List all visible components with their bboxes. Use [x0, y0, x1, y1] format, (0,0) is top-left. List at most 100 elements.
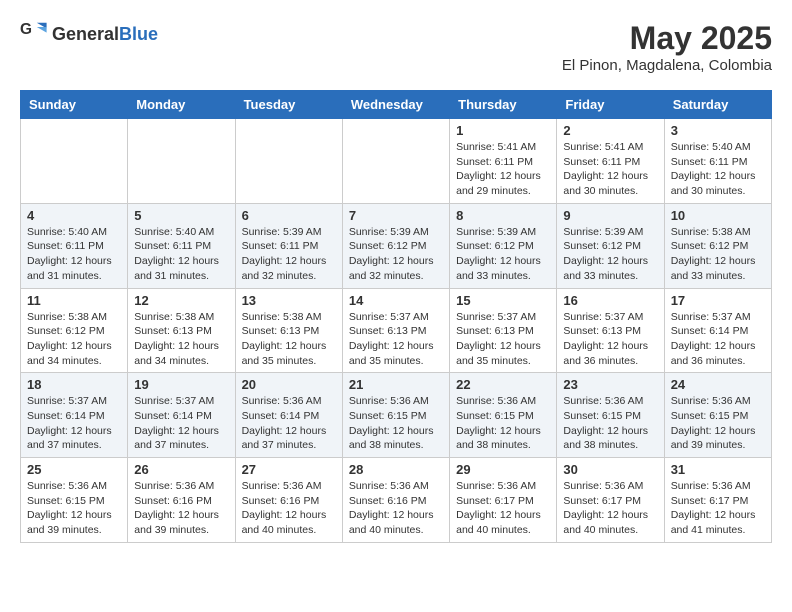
day-cell: 8Sunrise: 5:39 AM Sunset: 6:12 PM Daylig… [450, 203, 557, 288]
day-cell [21, 119, 128, 204]
day-number: 30 [563, 462, 657, 477]
day-number: 16 [563, 293, 657, 308]
day-cell: 26 Sunrise: 5:36 AM Sunset: 6:16 PM Dayli… [128, 458, 235, 543]
logo-icon: G [20, 20, 48, 48]
week-row-2: 4 Sunrise: 5:40 AM Sunset: 6:11 PM Daylig… [21, 203, 772, 288]
logo: G GeneralBlue [20, 20, 158, 48]
weekday-header-sunday: Sunday [21, 91, 128, 119]
day-info: Sunrise: 5:36 AM Sunset: 6:15 PM Dayligh… [349, 394, 443, 453]
day-info: Sunrise: 5:41 AM Sunset: 6:11 PM Dayligh… [563, 140, 657, 199]
day-cell: 29 Sunrise: 5:36 AM Sunset: 6:17 PM Dayli… [450, 458, 557, 543]
day-info: Sunrise: 5:38 AM Sunset: 6:12 PM Dayligh… [671, 225, 765, 284]
weekday-header-saturday: Saturday [664, 91, 771, 119]
day-cell: 1Sunrise: 5:41 AM Sunset: 6:11 PM Daylig… [450, 119, 557, 204]
day-number: 9 [563, 208, 657, 223]
subtitle: El Pinon, Magdalena, Colombia [562, 57, 772, 74]
day-cell [235, 119, 342, 204]
week-row-1: 1Sunrise: 5:41 AM Sunset: 6:11 PM Daylig… [21, 119, 772, 204]
day-cell [128, 119, 235, 204]
day-number: 5 [134, 208, 228, 223]
day-number: 7 [349, 208, 443, 223]
day-cell: 31 Sunrise: 5:36 AM Sunset: 6:17 PM Dayli… [664, 458, 771, 543]
day-cell: 3 Sunrise: 5:40 AM Sunset: 6:11 PM Daylig… [664, 119, 771, 204]
day-info: Sunrise: 5:40 AM Sunset: 6:11 PM Dayligh… [671, 140, 765, 199]
day-cell: 10 Sunrise: 5:38 AM Sunset: 6:12 PM Dayli… [664, 203, 771, 288]
day-info: Sunrise: 5:37 AM Sunset: 6:13 PM Dayligh… [349, 310, 443, 369]
day-number: 14 [349, 293, 443, 308]
day-number: 26 [134, 462, 228, 477]
day-info: Sunrise: 5:37 AM Sunset: 6:14 PM Dayligh… [27, 394, 121, 453]
day-number: 8 [456, 208, 550, 223]
day-number: 31 [671, 462, 765, 477]
day-number: 10 [671, 208, 765, 223]
day-number: 27 [242, 462, 336, 477]
calendar: SundayMondayTuesdayWednesdayThursdayFrid… [20, 90, 772, 543]
day-info: Sunrise: 5:36 AM Sunset: 6:15 PM Dayligh… [563, 394, 657, 453]
day-cell: 16 Sunrise: 5:37 AM Sunset: 6:13 PM Dayli… [557, 288, 664, 373]
day-info: Sunrise: 5:37 AM Sunset: 6:13 PM Dayligh… [456, 310, 550, 369]
day-number: 6 [242, 208, 336, 223]
day-info: Sunrise: 5:37 AM Sunset: 6:14 PM Dayligh… [134, 394, 228, 453]
day-cell: 25 Sunrise: 5:36 AM Sunset: 6:15 PM Dayli… [21, 458, 128, 543]
day-info: Sunrise: 5:38 AM Sunset: 6:13 PM Dayligh… [242, 310, 336, 369]
day-cell: 5 Sunrise: 5:40 AM Sunset: 6:11 PM Daylig… [128, 203, 235, 288]
day-info: Sunrise: 5:40 AM Sunset: 6:11 PM Dayligh… [134, 225, 228, 284]
day-cell: 11Sunrise: 5:38 AM Sunset: 6:12 PM Dayli… [21, 288, 128, 373]
day-number: 4 [27, 208, 121, 223]
day-cell: 2 Sunrise: 5:41 AM Sunset: 6:11 PM Daylig… [557, 119, 664, 204]
day-info: Sunrise: 5:36 AM Sunset: 6:16 PM Dayligh… [349, 479, 443, 538]
day-number: 12 [134, 293, 228, 308]
day-cell: 30Sunrise: 5:36 AM Sunset: 6:17 PM Dayli… [557, 458, 664, 543]
day-number: 17 [671, 293, 765, 308]
logo-blue: Blue [119, 24, 158, 44]
day-cell: 15 Sunrise: 5:37 AM Sunset: 6:13 PM Dayli… [450, 288, 557, 373]
day-info: Sunrise: 5:36 AM Sunset: 6:15 PM Dayligh… [27, 479, 121, 538]
week-row-3: 11Sunrise: 5:38 AM Sunset: 6:12 PM Dayli… [21, 288, 772, 373]
day-info: Sunrise: 5:36 AM Sunset: 6:16 PM Dayligh… [242, 479, 336, 538]
day-info: Sunrise: 5:39 AM Sunset: 6:11 PM Dayligh… [242, 225, 336, 284]
day-cell: 19 Sunrise: 5:37 AM Sunset: 6:14 PM Dayli… [128, 373, 235, 458]
week-row-5: 25 Sunrise: 5:36 AM Sunset: 6:15 PM Dayli… [21, 458, 772, 543]
day-number: 13 [242, 293, 336, 308]
day-number: 20 [242, 377, 336, 392]
day-info: Sunrise: 5:39 AM Sunset: 6:12 PM Dayligh… [349, 225, 443, 284]
day-cell: 9 Sunrise: 5:39 AM Sunset: 6:12 PM Daylig… [557, 203, 664, 288]
day-info: Sunrise: 5:38 AM Sunset: 6:12 PM Dayligh… [27, 310, 121, 369]
day-number: 29 [456, 462, 550, 477]
day-number: 22 [456, 377, 550, 392]
day-info: Sunrise: 5:39 AM Sunset: 6:12 PM Dayligh… [563, 225, 657, 284]
day-info: Sunrise: 5:36 AM Sunset: 6:17 PM Dayligh… [456, 479, 550, 538]
day-info: Sunrise: 5:36 AM Sunset: 6:17 PM Dayligh… [671, 479, 765, 538]
week-row-4: 18Sunrise: 5:37 AM Sunset: 6:14 PM Dayli… [21, 373, 772, 458]
weekday-header-tuesday: Tuesday [235, 91, 342, 119]
day-cell: 22 Sunrise: 5:36 AM Sunset: 6:15 PM Dayli… [450, 373, 557, 458]
day-cell: 6 Sunrise: 5:39 AM Sunset: 6:11 PM Daylig… [235, 203, 342, 288]
weekday-header-wednesday: Wednesday [342, 91, 449, 119]
day-info: Sunrise: 5:36 AM Sunset: 6:15 PM Dayligh… [671, 394, 765, 453]
day-number: 15 [456, 293, 550, 308]
day-cell: 7 Sunrise: 5:39 AM Sunset: 6:12 PM Daylig… [342, 203, 449, 288]
weekday-header-monday: Monday [128, 91, 235, 119]
day-info: Sunrise: 5:38 AM Sunset: 6:13 PM Dayligh… [134, 310, 228, 369]
day-number: 2 [563, 123, 657, 138]
day-number: 24 [671, 377, 765, 392]
day-cell: 28Sunrise: 5:36 AM Sunset: 6:16 PM Dayli… [342, 458, 449, 543]
day-number: 19 [134, 377, 228, 392]
day-cell: 4 Sunrise: 5:40 AM Sunset: 6:11 PM Daylig… [21, 203, 128, 288]
day-number: 25 [27, 462, 121, 477]
day-info: Sunrise: 5:36 AM Sunset: 6:15 PM Dayligh… [456, 394, 550, 453]
day-cell: 27 Sunrise: 5:36 AM Sunset: 6:16 PM Dayli… [235, 458, 342, 543]
title-area: May 2025 El Pinon, Magdalena, Colombia [562, 20, 772, 74]
day-cell: 18Sunrise: 5:37 AM Sunset: 6:14 PM Dayli… [21, 373, 128, 458]
weekday-header-row: SundayMondayTuesdayWednesdayThursdayFrid… [21, 91, 772, 119]
svg-text:G: G [20, 21, 32, 38]
day-info: Sunrise: 5:40 AM Sunset: 6:11 PM Dayligh… [27, 225, 121, 284]
day-cell: 14 Sunrise: 5:37 AM Sunset: 6:13 PM Dayli… [342, 288, 449, 373]
day-info: Sunrise: 5:37 AM Sunset: 6:13 PM Dayligh… [563, 310, 657, 369]
main-title: May 2025 [562, 20, 772, 57]
day-cell: 24 Sunrise: 5:36 AM Sunset: 6:15 PM Dayli… [664, 373, 771, 458]
day-cell: 17Sunrise: 5:37 AM Sunset: 6:14 PM Dayli… [664, 288, 771, 373]
day-number: 23 [563, 377, 657, 392]
day-info: Sunrise: 5:36 AM Sunset: 6:16 PM Dayligh… [134, 479, 228, 538]
day-number: 3 [671, 123, 765, 138]
